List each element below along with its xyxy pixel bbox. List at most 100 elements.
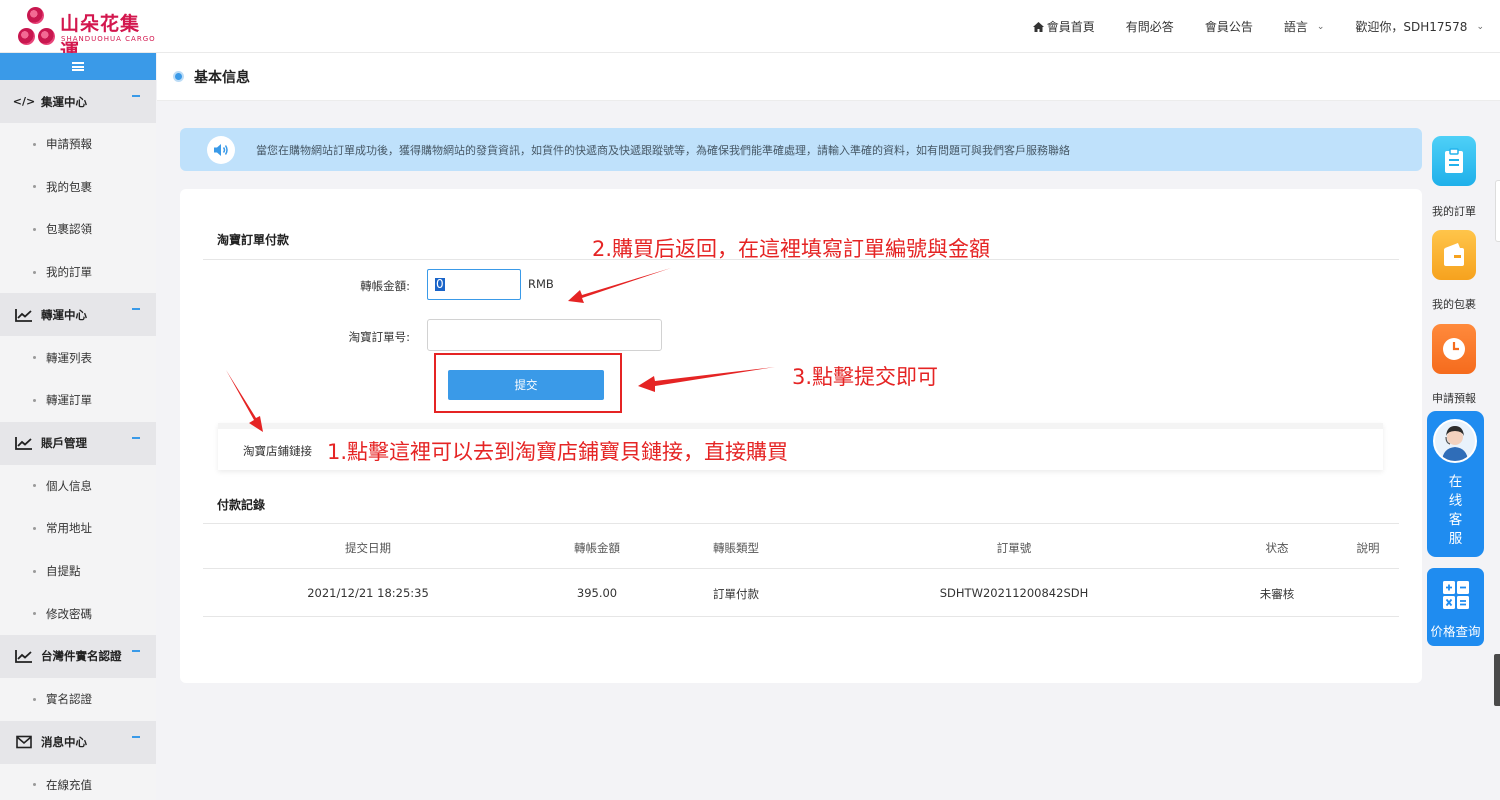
page-header: 基本信息 — [157, 53, 1500, 101]
table-cell: 未審核 — [1259, 587, 1295, 601]
welcome-text: 歡迎你，SDH17578 — [1355, 20, 1468, 34]
nav-user-menu[interactable]: 歡迎你，SDH17578 ⌄ — [1355, 18, 1484, 35]
sidebar-toggle[interactable] — [0, 53, 156, 80]
speaker-icon — [207, 135, 235, 164]
divider — [203, 568, 1399, 569]
collapse-icon[interactable] — [132, 436, 140, 439]
agent-avatar-icon — [1433, 419, 1477, 463]
form-title: 淘寶訂單付款 — [217, 233, 290, 247]
table-header: 轉帳金額 — [574, 541, 620, 555]
top-nav: 會員首頁 有問必答 會員公告 語言 ⌄ 歡迎你，SDH17578 ⌄ — [1002, 0, 1500, 53]
records-title: 付款記錄 — [217, 498, 266, 512]
table-header: 說明 — [1356, 541, 1380, 555]
calculator-icon — [1443, 581, 1469, 609]
sidebar-item-my-orders[interactable]: 我的訂單 — [0, 251, 156, 294]
divider — [203, 523, 1399, 524]
my-packages-label: 我的包裹 — [1432, 298, 1476, 311]
sidebar-item-change-password[interactable]: 修改密碼 — [0, 592, 156, 635]
sidebar: </> 集運中心 申請預報 我的包裹 包裹認領 我的訂單 轉運中心 轉運列表 轉… — [0, 53, 156, 800]
online-service-label: 在 线 客 服 — [1427, 473, 1484, 549]
nav-language-label: 語言 — [1283, 20, 1308, 34]
logo-subtitle: SHANDUOHUA CARGO — [61, 35, 156, 43]
flower-icon — [27, 7, 44, 24]
side-handle[interactable] — [1494, 654, 1500, 706]
amount-label: 轉帳金額: — [360, 279, 410, 293]
forecast-label: 申請預報 — [1432, 392, 1476, 405]
forecast-widget[interactable] — [1432, 324, 1476, 374]
service-char: 服 — [1448, 531, 1463, 547]
table-cell: 395.00 — [576, 586, 618, 600]
table-cell: SDHTW20211200842SDH — [939, 586, 1089, 600]
annotation-step2: 2.購買后返回，在這裡填寫訂單編號與金額 — [592, 237, 991, 261]
sidebar-section-transit[interactable]: 轉運中心 — [0, 293, 156, 337]
annotation-step3: 3.點擊提交即可 — [792, 365, 939, 389]
notice-banner: 當您在購物網站訂單成功後，獲得購物網站的發貨資訊，如貨件的快遞商及快遞跟蹤號等，… — [180, 128, 1422, 171]
sidebar-section-title: 轉運中心 — [41, 307, 87, 322]
sidebar-item-transit-orders[interactable]: 轉運訂單 — [0, 379, 156, 422]
nav-announcement[interactable]: 會員公告 — [1205, 18, 1253, 35]
annotation-step1: 1.點擊這裡可以去到淘寶店鋪寶貝鏈接，直接購買 — [327, 440, 789, 464]
flower-icon — [38, 28, 55, 45]
flower-icon — [18, 28, 35, 45]
page-title: 基本信息 — [194, 69, 250, 86]
table-header: 状态 — [1265, 541, 1289, 555]
sidebar-item-transit-list[interactable]: 轉運列表 — [0, 336, 156, 379]
sidebar-section-account[interactable]: 賬戶管理 — [0, 421, 156, 465]
envelope-icon — [16, 735, 32, 749]
collapse-icon[interactable] — [132, 735, 140, 738]
wallet-icon — [1444, 243, 1464, 266]
sidebar-section-title: 消息中心 — [41, 735, 87, 750]
my-orders-label: 我的訂單 — [1432, 205, 1476, 218]
line-chart-icon — [15, 308, 32, 322]
service-char: 客 — [1448, 512, 1463, 528]
price-query-label: 价格查询 — [1430, 624, 1481, 639]
logo[interactable]: 山朵花集運 SHANDUOHUA CARGO — [18, 5, 158, 62]
collapse-icon[interactable] — [132, 95, 140, 97]
divider — [203, 616, 1399, 617]
sidebar-item-pickup-points[interactable]: 自提點 — [0, 550, 156, 593]
collapse-icon[interactable] — [132, 308, 140, 311]
nav-language[interactable]: 語言 ⌄ — [1284, 18, 1325, 35]
bullet-icon — [173, 71, 184, 82]
sidebar-item-forecast[interactable]: 申請預報 — [0, 123, 156, 166]
sidebar-section-verification[interactable]: 台灣件實名認證 — [0, 634, 156, 678]
currency-label: RMB — [528, 277, 554, 291]
sidebar-section-messages[interactable]: 消息中心 — [0, 720, 156, 764]
table-header: 提交日期 — [345, 541, 391, 555]
sidebar-section-consolidation[interactable]: </> 集運中心 — [0, 80, 156, 123]
amount-value: 0 — [435, 277, 445, 291]
nav-faq[interactable]: 有問必答 — [1126, 18, 1174, 35]
chevron-down-icon: ⌄ — [1476, 21, 1484, 32]
amount-input[interactable]: 0 — [427, 269, 521, 300]
sidebar-section-title: 賬戶管理 — [41, 436, 87, 451]
sidebar-item-profile[interactable]: 個人信息 — [0, 465, 156, 508]
price-query-widget[interactable]: 价格查询 — [1427, 568, 1484, 646]
table-cell: 訂單付款 — [713, 587, 759, 601]
top-header: 山朵花集運 SHANDUOHUA CARGO 會員首頁 有問必答 會員公告 語言… — [0, 0, 1500, 62]
sidebar-section-title: 集運中心 — [41, 94, 87, 109]
clock-icon — [1443, 338, 1465, 360]
submit-button[interactable]: 提交 — [448, 370, 604, 400]
my-orders-widget[interactable] — [1432, 136, 1476, 186]
table-header: 轉賬類型 — [713, 541, 759, 555]
nav-member-home[interactable]: 會員首頁 — [1032, 18, 1095, 35]
collapse-icon[interactable] — [132, 649, 140, 652]
my-packages-widget[interactable] — [1432, 230, 1476, 280]
side-tab[interactable] — [1495, 180, 1500, 242]
table-header: 訂單號 — [996, 541, 1032, 555]
sidebar-section-title: 台灣件實名認證 — [41, 649, 122, 664]
shop-link[interactable]: 淘寶店鋪鏈接 — [243, 443, 312, 459]
sidebar-item-real-name[interactable]: 實名認證 — [0, 678, 156, 721]
home-icon — [1032, 21, 1044, 32]
sidebar-item-addresses[interactable]: 常用地址 — [0, 507, 156, 550]
notice-text: 當您在購物網站訂單成功後，獲得購物網站的發貨資訊，如貨件的快遞商及快遞跟蹤號等，… — [256, 143, 1070, 157]
sidebar-item-my-packages[interactable]: 我的包裹 — [0, 166, 156, 209]
online-service-widget[interactable]: 在 线 客 服 — [1427, 411, 1484, 557]
order-number-input[interactable] — [427, 319, 662, 351]
order-number-label: 淘寶訂單号: — [348, 330, 410, 344]
sidebar-item-recharge[interactable]: 在線充值 — [0, 764, 156, 800]
line-chart-icon — [15, 437, 32, 450]
service-char: 线 — [1448, 493, 1463, 509]
sidebar-item-claim-package[interactable]: 包裹認領 — [0, 208, 156, 251]
menu-icon — [72, 62, 84, 71]
